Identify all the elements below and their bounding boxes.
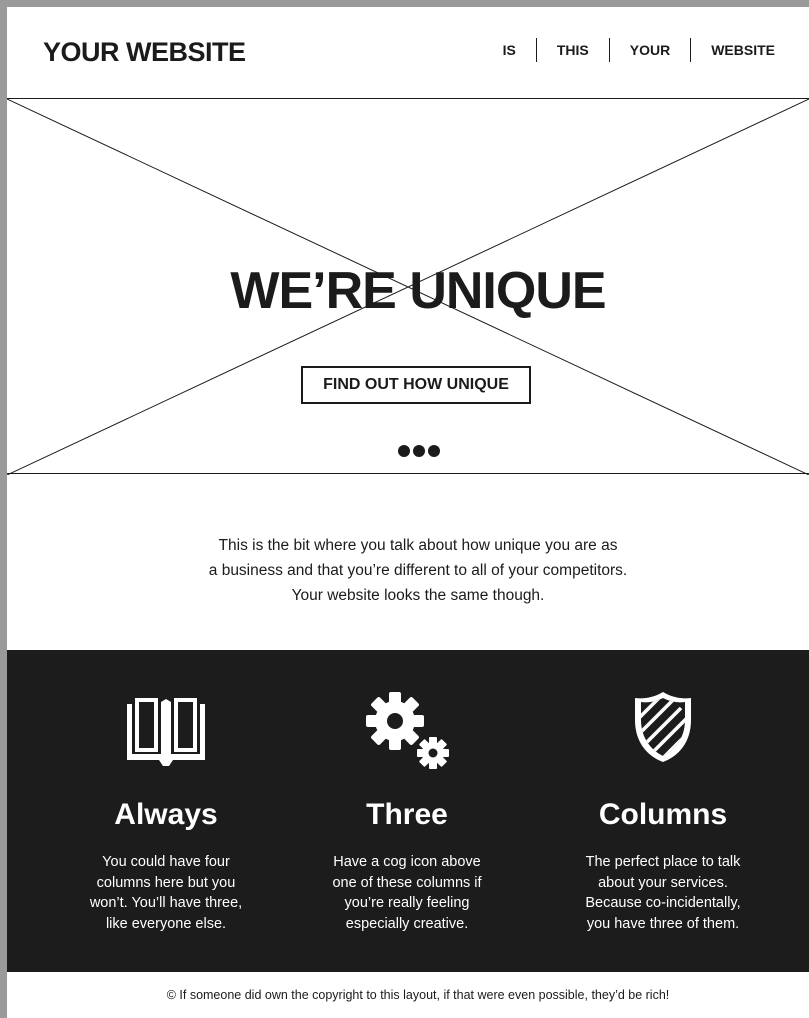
feature-text-line: won’t. You’ll have three, bbox=[89, 895, 243, 911]
feature-text-line: You could have four bbox=[102, 854, 230, 870]
feature-text: Have a cog icon above one of these colum… bbox=[297, 852, 517, 934]
gears-icon bbox=[366, 692, 449, 769]
page: YOUR WEBSITE IS THIS YOUR WEBSITE WE’RE … bbox=[7, 7, 809, 1018]
hero-title: WE’RE UNIQUE bbox=[230, 262, 606, 320]
feature-text-line: The perfect place to talk bbox=[585, 854, 741, 870]
carousel-dot[interactable] bbox=[398, 445, 410, 457]
carousel-dot[interactable] bbox=[428, 445, 440, 457]
intro-line: Your website looks the same though. bbox=[291, 587, 545, 604]
feature-text-line: Because co-incidentally, bbox=[585, 895, 741, 911]
site-header: YOUR WEBSITE IS THIS YOUR WEBSITE bbox=[7, 7, 809, 99]
feature-text-line: you’re really feeling bbox=[344, 895, 470, 911]
site-logo[interactable]: YOUR WEBSITE bbox=[43, 37, 246, 68]
main-nav: IS THIS YOUR WEBSITE bbox=[483, 38, 775, 62]
feature-text-line: you have three of them. bbox=[586, 915, 740, 932]
feature-text-line: Have a cog icon above bbox=[333, 854, 481, 870]
nav-item-this[interactable]: THIS bbox=[537, 38, 609, 62]
footer-copyright: © If someone did own the copyright to th… bbox=[166, 988, 670, 1002]
intro-line: This is the bit where you talk about how… bbox=[218, 537, 618, 554]
feature-text-line: columns here but you bbox=[96, 874, 236, 891]
intro-text: This is the bit where you talk about how… bbox=[127, 533, 709, 608]
features-section: Always You could have four columns here … bbox=[7, 650, 809, 972]
feature-text-line: about your services. bbox=[598, 874, 728, 891]
nav-item-is[interactable]: IS bbox=[483, 38, 536, 62]
feature-title: Always bbox=[114, 798, 218, 831]
feature-text-line: like everyone else. bbox=[105, 915, 227, 932]
nav-item-your[interactable]: YOUR bbox=[610, 38, 690, 62]
book-icon bbox=[127, 698, 205, 766]
feature-text: The perfect place to talk about your ser… bbox=[553, 852, 773, 934]
shield-icon bbox=[635, 692, 691, 762]
intro-line: a business and that you’re different to … bbox=[208, 562, 628, 579]
nav-item-website[interactable]: WEBSITE bbox=[691, 38, 775, 62]
feature-text-line: one of these columns if bbox=[332, 874, 482, 891]
carousel-dot[interactable] bbox=[413, 445, 425, 457]
feature-text: You could have four columns here but you… bbox=[56, 852, 276, 934]
carousel-dots bbox=[398, 445, 440, 457]
feature-text-line: especially creative. bbox=[345, 915, 469, 932]
feature-title: Three bbox=[366, 798, 448, 831]
find-out-button[interactable]: FIND OUT HOW UNIQUE bbox=[301, 366, 531, 404]
feature-title: Columns bbox=[598, 798, 728, 831]
hero-banner: WE’RE UNIQUE FIND OUT HOW UNIQUE bbox=[7, 98, 809, 475]
